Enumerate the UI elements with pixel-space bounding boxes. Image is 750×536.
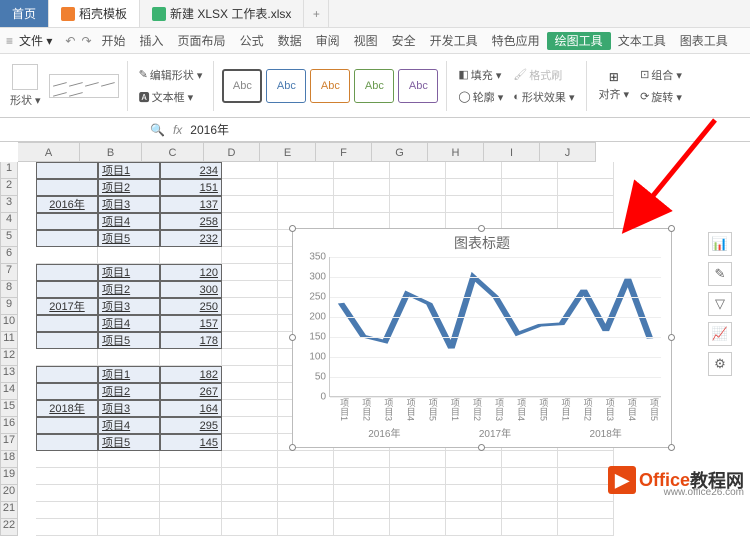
- menu-文本工具[interactable]: 文本工具: [611, 34, 673, 48]
- chart-filter-icon[interactable]: ▽: [708, 292, 732, 316]
- fill-button[interactable]: ◧ 填充 ▾: [455, 66, 506, 84]
- rotate-button[interactable]: ⟳ 旋转 ▾: [637, 88, 685, 106]
- chart-settings-icon[interactable]: ⚙: [708, 352, 732, 376]
- align-button[interactable]: 对齐 ▾: [599, 86, 630, 102]
- menu-特色应用[interactable]: 特色应用: [485, 34, 547, 48]
- resize-handle[interactable]: [478, 444, 485, 451]
- menu-icon[interactable]: ≡: [6, 34, 13, 48]
- menu-开始[interactable]: 开始: [95, 34, 133, 48]
- resize-handle[interactable]: [668, 444, 675, 451]
- align-icon[interactable]: ⊞: [609, 70, 619, 84]
- file-menu[interactable]: 文件 ▾: [19, 32, 52, 49]
- plot-area[interactable]: 050100150200250300350: [329, 257, 661, 397]
- chart-side-buttons: 📊 ✎ ▽ 📈 ⚙: [708, 232, 732, 376]
- resize-handle[interactable]: [289, 225, 296, 232]
- style-preset-3[interactable]: Abc: [310, 69, 350, 103]
- tab-home[interactable]: 首页: [0, 0, 49, 27]
- template-icon: [61, 7, 75, 21]
- tab-new[interactable]: +: [304, 0, 329, 27]
- resize-handle[interactable]: [668, 334, 675, 341]
- redo-icon[interactable]: ↷: [81, 34, 91, 48]
- menu-图表工具[interactable]: 图表工具: [673, 34, 735, 48]
- ribbon: 形状 ▾ ✎ 编辑形状 ▾ 🅰 文本框 ▾ Abc Abc Abc Abc Ab…: [0, 54, 750, 118]
- outline-button[interactable]: ◯ 轮廓 ▾: [455, 88, 506, 106]
- chart[interactable]: 图表标题 050100150200250300350 项目1项目2项目3项目4项…: [292, 228, 672, 448]
- menu-插入[interactable]: 插入: [133, 34, 171, 48]
- menu-数据[interactable]: 数据: [271, 34, 309, 48]
- menu-安全[interactable]: 安全: [385, 34, 423, 48]
- chart-type-icon[interactable]: 📈: [708, 322, 732, 346]
- formula-bar: 🔍 fx 2016年: [0, 118, 750, 142]
- chart-style-icon[interactable]: ✎: [708, 262, 732, 286]
- resize-handle[interactable]: [289, 334, 296, 341]
- menu-bar: ≡ 文件 ▾ ↶ ↷ 开始插入页面布局公式数据审阅视图安全开发工具特色应用绘图工…: [0, 28, 750, 54]
- line-styles[interactable]: [49, 74, 119, 98]
- row-headers[interactable]: 12345678910111213141516171819202122: [0, 162, 18, 536]
- format-painter-button[interactable]: 🖌 格式刷: [510, 66, 577, 84]
- office-icon: ▶: [608, 466, 636, 494]
- group-button[interactable]: ⊡ 组合 ▾: [637, 66, 685, 84]
- menu-开发工具[interactable]: 开发工具: [423, 34, 485, 48]
- shape-button[interactable]: 形状 ▾: [10, 92, 41, 108]
- tab-template[interactable]: 稻壳模板: [49, 0, 140, 27]
- resize-handle[interactable]: [289, 444, 296, 451]
- shape-effect-button[interactable]: ◐ 形状效果 ▾: [510, 88, 577, 106]
- undo-icon[interactable]: ↶: [65, 34, 75, 48]
- menu-视图[interactable]: 视图: [347, 34, 385, 48]
- menu-页面布局[interactable]: 页面布局: [171, 34, 233, 48]
- column-headers[interactable]: ABCDEFGHIJ: [18, 142, 750, 162]
- menu-审阅[interactable]: 审阅: [309, 34, 347, 48]
- style-preset-2[interactable]: Abc: [266, 69, 306, 103]
- zoom-icon[interactable]: 🔍: [150, 123, 165, 137]
- style-preset-4[interactable]: Abc: [354, 69, 394, 103]
- resize-handle[interactable]: [668, 225, 675, 232]
- style-preset-1[interactable]: Abc: [222, 69, 262, 103]
- chart-elements-icon[interactable]: 📊: [708, 232, 732, 256]
- style-preset-5[interactable]: Abc: [398, 69, 438, 103]
- formula-value[interactable]: 2016年: [190, 121, 229, 138]
- tab-file[interactable]: 新建 XLSX 工作表.xlsx: [140, 0, 304, 27]
- chart-title[interactable]: 图表标题: [293, 229, 671, 257]
- watermark-url: www.office26.com: [664, 487, 744, 498]
- menu-绘图工具[interactable]: 绘图工具: [547, 32, 611, 50]
- edit-shape-button[interactable]: ✎ 编辑形状 ▾: [136, 66, 206, 84]
- shapes-gallery-icon[interactable]: [12, 64, 38, 90]
- textbox-button[interactable]: 🅰 文本框 ▾: [136, 88, 206, 106]
- fx-label: fx: [173, 123, 182, 137]
- menu-公式[interactable]: 公式: [233, 34, 271, 48]
- xlsx-icon: [152, 7, 166, 21]
- document-tabs: 首页 稻壳模板 新建 XLSX 工作表.xlsx +: [0, 0, 750, 28]
- resize-handle[interactable]: [478, 225, 485, 232]
- x-axis: 项目1项目2项目3项目4项目52016年项目1项目2项目3项目4项目52017年…: [329, 397, 661, 437]
